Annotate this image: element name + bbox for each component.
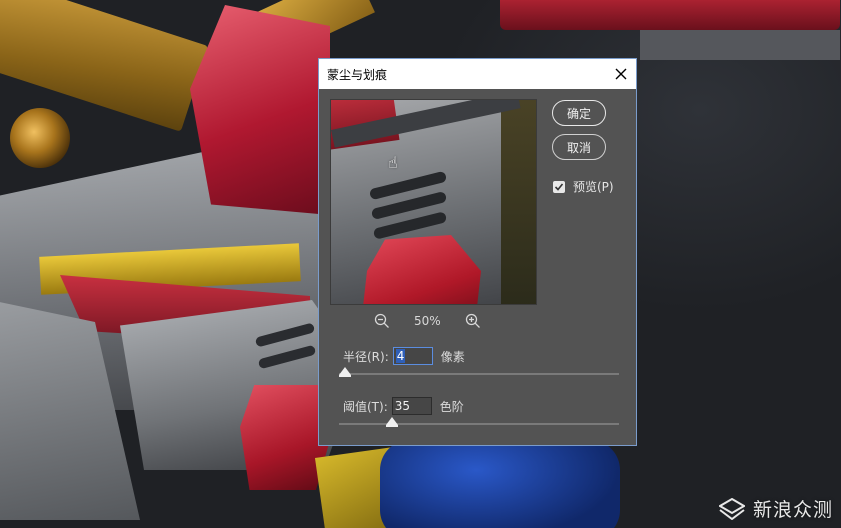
- zoom-out-icon[interactable]: [374, 313, 390, 329]
- preview-label: 预览(P): [573, 180, 614, 194]
- preview-checkbox[interactable]: 预览(P): [553, 178, 614, 195]
- radius-unit: 像素: [440, 349, 465, 364]
- threshold-value: 35: [394, 399, 411, 413]
- ok-button[interactable]: 确定: [552, 100, 606, 126]
- dialog-titlebar[interactable]: 蒙尘与划痕: [319, 59, 636, 89]
- threshold-label: 阈值(T):: [343, 399, 388, 414]
- radius-label: 半径(R):: [343, 349, 389, 364]
- dust-scratches-dialog: 蒙尘与划痕 ☝ 确定 取消 预览(P) 50% 半径(R): 4 像素 阈值(T…: [318, 58, 637, 446]
- photo-red-armor-top: [500, 0, 840, 30]
- preview-dark-edge: [501, 100, 536, 304]
- triangle-slider-icon: [338, 367, 351, 377]
- threshold-slider[interactable]: [339, 417, 619, 427]
- preview-pane[interactable]: ☝: [330, 99, 537, 305]
- zoom-controls: 50%: [374, 313, 481, 329]
- radius-slider[interactable]: [338, 367, 619, 377]
- checkmark-icon: [554, 182, 564, 191]
- watermark-text: 新浪众测: [752, 499, 833, 521]
- close-icon: [615, 68, 627, 80]
- hand-cursor-icon: ☝: [388, 153, 398, 172]
- close-button[interactable]: [614, 67, 628, 81]
- dialog-title: 蒙尘与划痕: [327, 67, 388, 82]
- radius-value: 4: [395, 349, 406, 363]
- cancel-button[interactable]: 取消: [552, 134, 606, 160]
- photo-gold-bolt: [10, 108, 70, 168]
- zoom-level: 50%: [414, 314, 441, 328]
- watermark: 新浪众测: [718, 495, 833, 522]
- triangle-slider-icon: [386, 417, 399, 427]
- threshold-row: 阈值(T): 35 色阶: [343, 397, 464, 415]
- sina-logo-icon: [718, 497, 745, 520]
- threshold-unit: 色阶: [439, 399, 464, 414]
- photo-blue-chest: [380, 440, 620, 528]
- radius-input[interactable]: 4: [392, 347, 433, 365]
- zoom-in-icon[interactable]: [465, 313, 481, 329]
- radius-row: 半径(R): 4 像素: [343, 347, 465, 365]
- photo-red-crest: [190, 5, 330, 215]
- photo-grey-armor-top: [640, 30, 840, 60]
- threshold-input[interactable]: 35: [391, 397, 432, 415]
- checkbox-box[interactable]: [553, 180, 565, 193]
- preview-red-chin: [361, 235, 481, 304]
